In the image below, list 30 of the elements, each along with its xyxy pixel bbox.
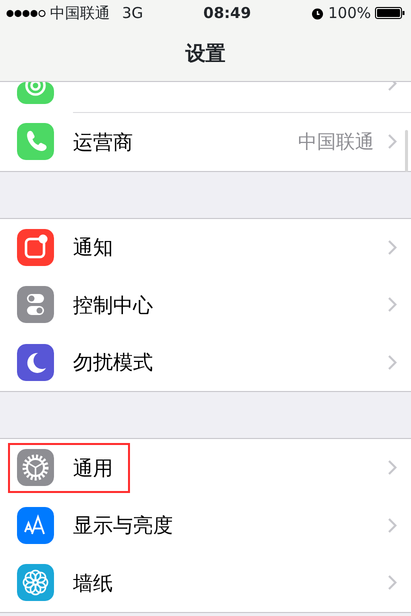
settings-row[interactable]: 勿扰模式 [0, 334, 411, 391]
alarm-icon [311, 6, 324, 20]
chevron-icon [388, 518, 397, 533]
row-label: 运营商 [73, 128, 134, 156]
chevron-icon [388, 134, 397, 150]
chevron-icon [388, 240, 397, 255]
settings-row[interactable]: 通用 [0, 439, 411, 496]
chevron-icon [388, 575, 397, 590]
row-label: 墙纸 [73, 570, 114, 597]
chevron-icon [388, 297, 397, 312]
row-value: 中国联通 [298, 130, 374, 154]
page-title: 设置 [184, 40, 226, 67]
row-label: 勿扰模式 [73, 349, 154, 376]
network-type: 3G [122, 2, 144, 24]
settings-row[interactable]: 墙纸 [0, 554, 411, 612]
signal-icon [6, 8, 46, 18]
settings-row[interactable]: 控制中心 [0, 276, 411, 334]
chevron-icon [388, 354, 397, 370]
chevron-icon [388, 460, 397, 476]
clock-time: 08:49 [203, 2, 252, 24]
battery-icon [375, 7, 405, 19]
scroll-indicator [405, 130, 408, 172]
row-label: 通用 [73, 454, 114, 482]
settings-row[interactable]: 通知 [0, 218, 411, 276]
row-label: 控制中心 [73, 292, 154, 319]
battery-percent: 100% [328, 2, 371, 24]
row-label: 通知 [73, 234, 114, 262]
row-label: 显示与亮度 [73, 512, 174, 540]
settings-row[interactable]: 显示与亮度 [0, 496, 411, 554]
carrier-name: 中国联通 [50, 2, 110, 24]
